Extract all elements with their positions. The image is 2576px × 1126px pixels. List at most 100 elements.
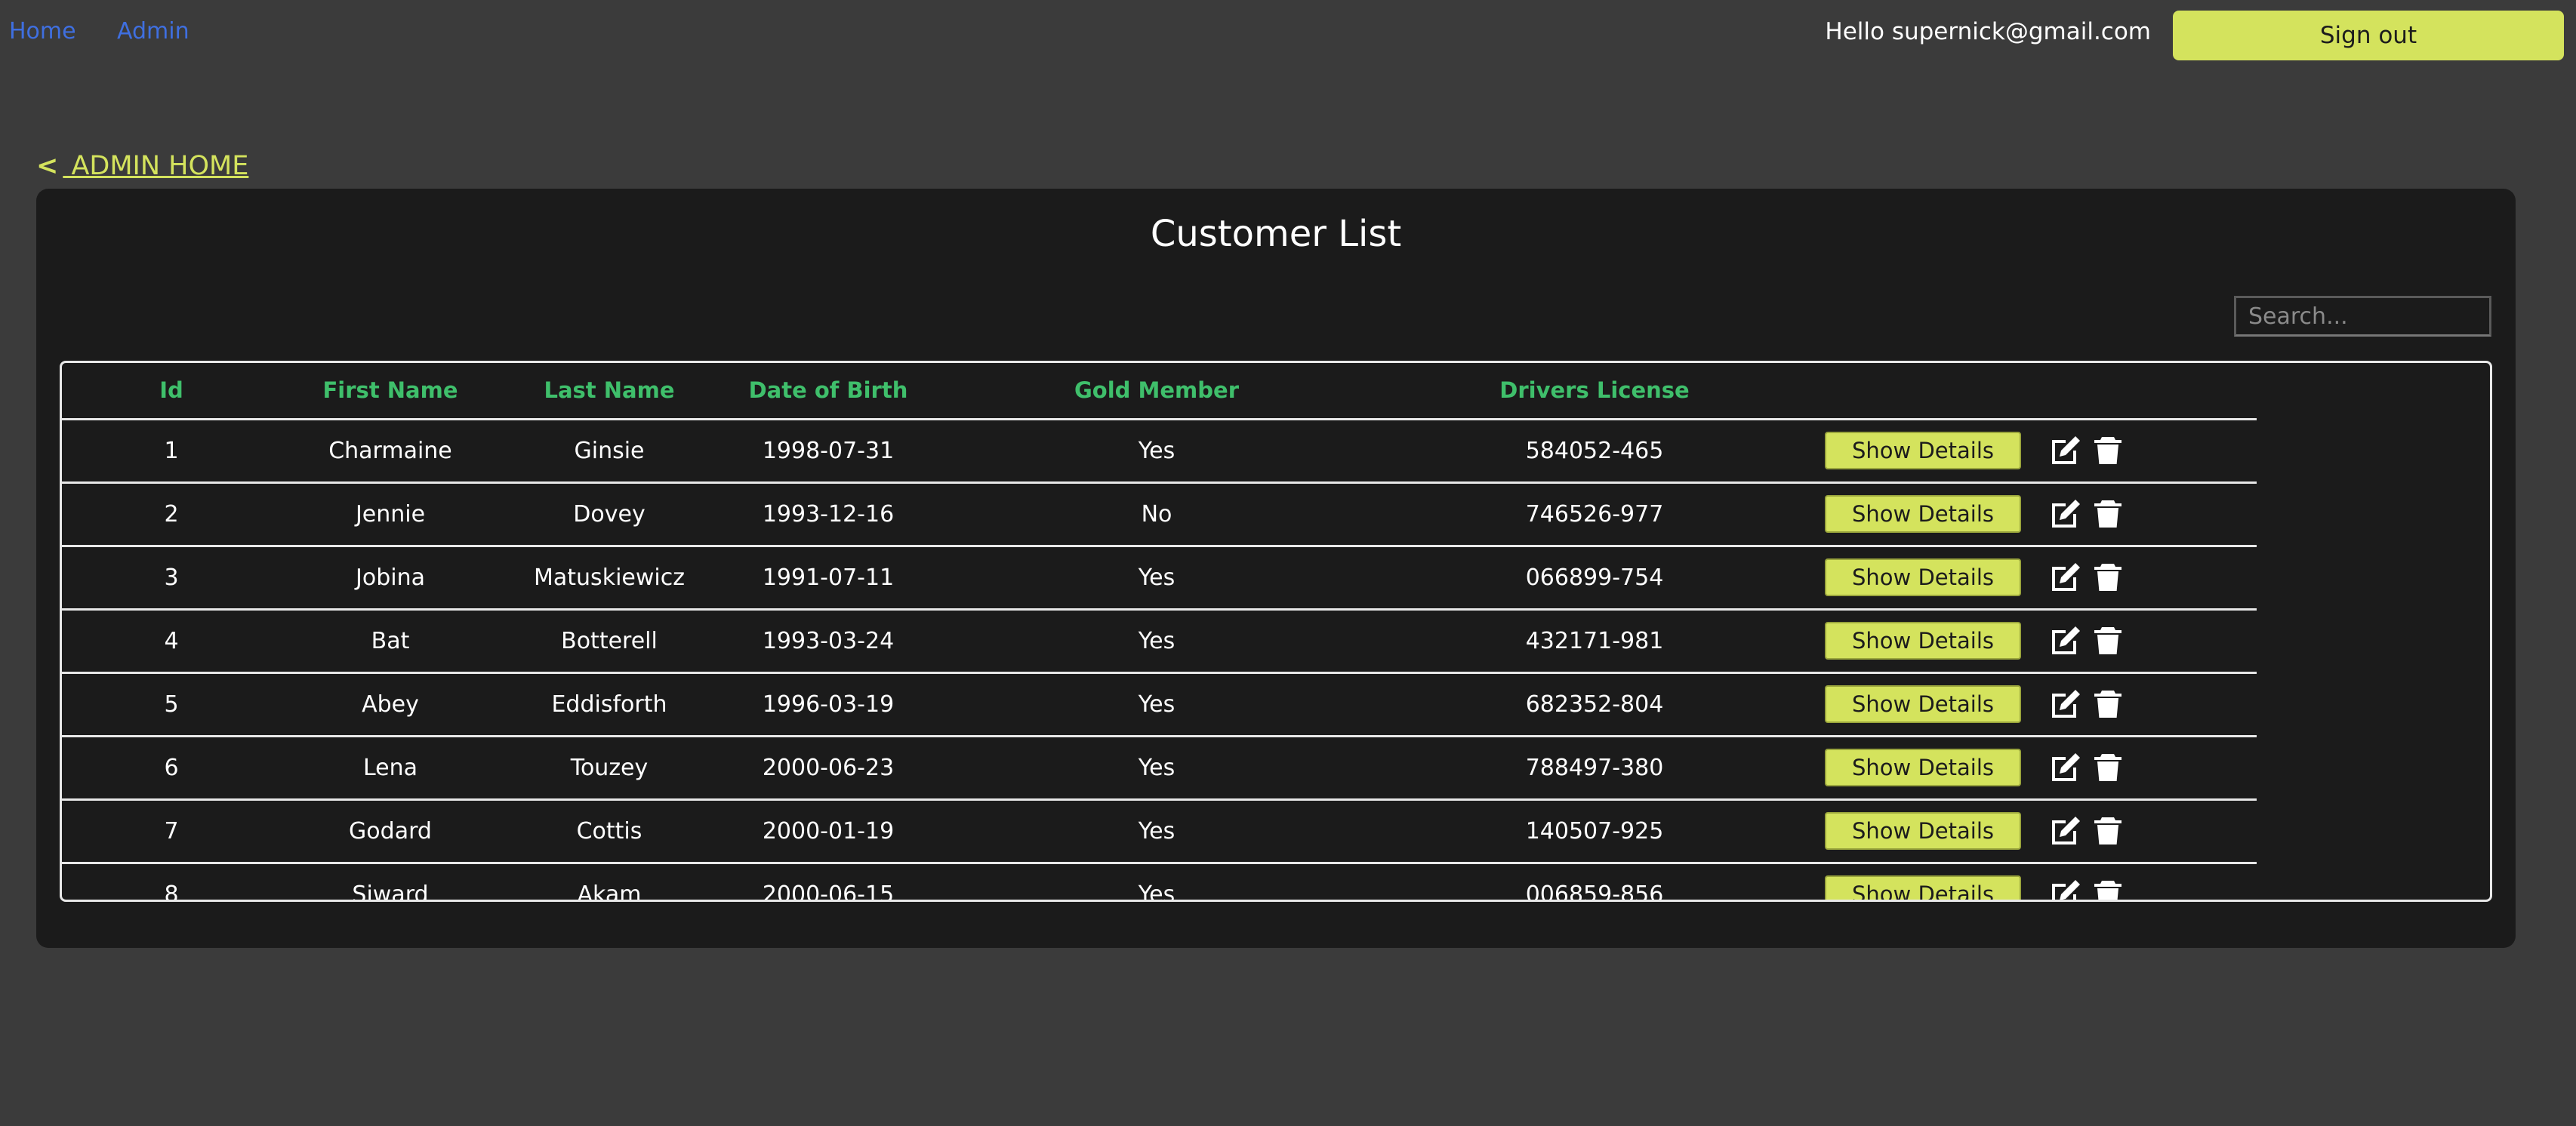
cell-date-of-birth: 2000-01-19 bbox=[719, 799, 938, 864]
edit-icon[interactable] bbox=[2048, 623, 2084, 659]
cell-drivers-license: 788497-380 bbox=[1376, 736, 1813, 801]
cell-gold-member: Yes bbox=[938, 672, 1376, 737]
nav-admin-link[interactable]: Admin bbox=[117, 18, 190, 45]
cell-gold-member: Yes bbox=[938, 799, 1376, 864]
cell-date-of-birth: 1993-03-24 bbox=[719, 609, 938, 674]
table-row: 7 Godard Cottis 2000-01-19 Yes 140507-925 Show… bbox=[62, 799, 2257, 864]
customer-table-container[interactable]: Id First Name Last Name Date of Birth Gold M… bbox=[60, 361, 2492, 902]
cell-show-details: Show Details bbox=[1813, 863, 2032, 900]
trash-icon[interactable] bbox=[2090, 686, 2126, 722]
cell-actions bbox=[2032, 736, 2257, 801]
cell-last-name: Ginsie bbox=[500, 419, 719, 484]
show-details-button[interactable]: Show Details bbox=[1825, 749, 2021, 786]
cell-show-details: Show Details bbox=[1813, 799, 2032, 864]
search-input[interactable] bbox=[2234, 296, 2491, 337]
cell-actions bbox=[2032, 672, 2257, 737]
show-details-button[interactable]: Show Details bbox=[1825, 622, 2021, 660]
cell-id: 7 bbox=[62, 799, 281, 864]
column-header bbox=[2032, 363, 2257, 420]
table-row: 1 Charmaine Ginsie 1998-07-31 Yes 584052-465 S… bbox=[62, 419, 2257, 484]
chevron-left-icon: < bbox=[36, 151, 59, 181]
cell-gold-member: Yes bbox=[938, 736, 1376, 801]
cell-date-of-birth: 2000-06-15 bbox=[719, 863, 938, 900]
edit-icon[interactable] bbox=[2048, 559, 2084, 595]
cell-date-of-birth: 1993-12-16 bbox=[719, 482, 938, 547]
trash-icon[interactable] bbox=[2090, 559, 2126, 595]
show-details-button[interactable]: Show Details bbox=[1825, 558, 2021, 596]
edit-icon[interactable] bbox=[2048, 432, 2084, 469]
column-header: First Name bbox=[281, 363, 500, 420]
cell-gold-member: Yes bbox=[938, 419, 1376, 484]
cell-first-name: Jobina bbox=[281, 546, 500, 611]
cell-show-details: Show Details bbox=[1813, 482, 2032, 547]
table-row: 6 Lena Touzey 2000-06-23 Yes 788497-380 Show D… bbox=[62, 736, 2257, 801]
trash-icon[interactable] bbox=[2090, 876, 2126, 900]
cell-actions bbox=[2032, 863, 2257, 900]
cell-show-details: Show Details bbox=[1813, 546, 2032, 611]
cell-date-of-birth: 1991-07-11 bbox=[719, 546, 938, 611]
show-details-button[interactable]: Show Details bbox=[1825, 875, 2021, 900]
cell-last-name: Botterell bbox=[500, 609, 719, 674]
cell-gold-member: No bbox=[938, 482, 1376, 547]
cell-last-name: Akam bbox=[500, 863, 719, 900]
cell-id: 1 bbox=[62, 419, 281, 484]
cell-id: 6 bbox=[62, 736, 281, 801]
cell-last-name: Touzey bbox=[500, 736, 719, 801]
cell-show-details: Show Details bbox=[1813, 736, 2032, 801]
cell-first-name: Siward bbox=[281, 863, 500, 900]
cell-first-name: Bat bbox=[281, 609, 500, 674]
column-header: Id bbox=[62, 363, 281, 420]
cell-first-name: Godard bbox=[281, 799, 500, 864]
cell-gold-member: Yes bbox=[938, 863, 1376, 900]
cell-gold-member: Yes bbox=[938, 609, 1376, 674]
edit-icon[interactable] bbox=[2048, 686, 2084, 722]
nav-home-link[interactable]: Home bbox=[9, 18, 76, 45]
cell-date-of-birth: 1998-07-31 bbox=[719, 419, 938, 484]
cell-drivers-license: 006859-856 bbox=[1376, 863, 1813, 900]
customer-list-panel: Customer List IdFirst NameLast NameDate … bbox=[36, 189, 2516, 948]
cell-last-name: Eddisforth bbox=[500, 672, 719, 737]
column-header: Gold Member bbox=[938, 363, 1376, 420]
cell-first-name: Charmaine bbox=[281, 419, 500, 484]
table-row: 3 Jobina Matuskiewicz 1991-07-11 Yes 066899-7… bbox=[62, 546, 2257, 611]
trash-icon[interactable] bbox=[2090, 623, 2126, 659]
show-details-button[interactable]: Show Details bbox=[1825, 495, 2021, 533]
cell-drivers-license: 066899-754 bbox=[1376, 546, 1813, 611]
cell-id: 2 bbox=[62, 482, 281, 547]
show-details-button[interactable]: Show Details bbox=[1825, 432, 2021, 469]
column-header: Last Name bbox=[500, 363, 719, 420]
table-header-row: Id First Name Last Name Date of Birth Gold M… bbox=[62, 363, 2257, 420]
edit-icon[interactable] bbox=[2048, 813, 2084, 849]
cell-drivers-license: 746526-977 bbox=[1376, 482, 1813, 547]
cell-id: 5 bbox=[62, 672, 281, 737]
show-details-button[interactable]: Show Details bbox=[1825, 812, 2021, 850]
cell-drivers-license: 682352-804 bbox=[1376, 672, 1813, 737]
cell-last-name: Matuskiewicz bbox=[500, 546, 719, 611]
trash-icon[interactable] bbox=[2090, 496, 2126, 532]
cell-last-name: Dovey bbox=[500, 482, 719, 547]
edit-icon[interactable] bbox=[2048, 749, 2084, 786]
edit-icon[interactable] bbox=[2048, 496, 2084, 532]
edit-icon[interactable] bbox=[2048, 876, 2084, 900]
cell-actions bbox=[2032, 609, 2257, 674]
page-title: Customer List bbox=[1150, 213, 1402, 255]
cell-drivers-license: 140507-925 bbox=[1376, 799, 1813, 864]
column-header: Date of Birth bbox=[719, 363, 938, 420]
cell-date-of-birth: 2000-06-23 bbox=[719, 736, 938, 801]
customer-table: Id First Name Last Name Date of Birth Gold M… bbox=[62, 363, 2257, 900]
cell-drivers-license: 584052-465 bbox=[1376, 419, 1813, 484]
trash-icon[interactable] bbox=[2090, 432, 2126, 469]
cell-id: 8 bbox=[62, 863, 281, 900]
user-greeting: Hello supernick@gmail.com bbox=[1825, 18, 2151, 45]
cell-id: 4 bbox=[62, 609, 281, 674]
cell-gold-member: Yes bbox=[938, 546, 1376, 611]
cell-actions bbox=[2032, 419, 2257, 484]
show-details-button[interactable]: Show Details bbox=[1825, 685, 2021, 723]
cell-actions bbox=[2032, 482, 2257, 547]
back-link-label: ADMIN HOME bbox=[63, 151, 249, 181]
trash-icon[interactable] bbox=[2090, 813, 2126, 849]
cell-id: 3 bbox=[62, 546, 281, 611]
sign-out-button[interactable]: Sign out bbox=[2173, 11, 2564, 60]
trash-icon[interactable] bbox=[2090, 749, 2126, 786]
back-to-admin-home-link[interactable]: < ADMIN HOME bbox=[36, 151, 248, 181]
